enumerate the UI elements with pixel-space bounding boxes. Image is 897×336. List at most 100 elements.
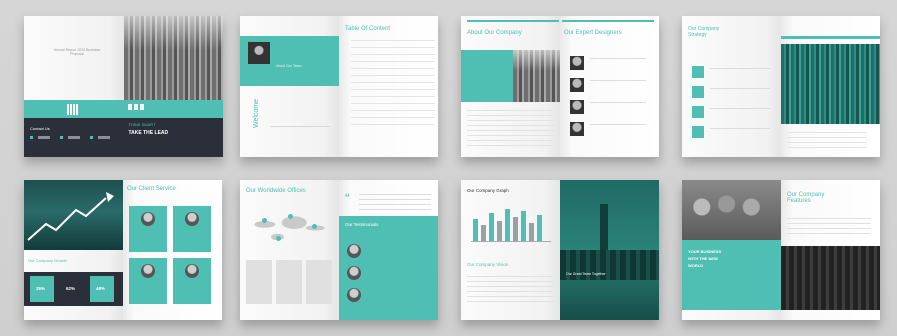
strategy-icon-2	[692, 86, 704, 98]
divider	[270, 126, 330, 127]
designer-avatar-1	[570, 56, 584, 70]
team-photo	[682, 180, 781, 240]
clients-title: Our Client Service	[127, 186, 176, 192]
strategy-icon-4	[692, 126, 704, 138]
group-photo	[781, 246, 880, 310]
stat-value-2: 62%	[66, 286, 76, 291]
contact-label: Contact Us	[30, 126, 50, 131]
brochure-spread-graph: Our Company Graph Our Company Vision Our…	[461, 180, 659, 320]
client-avatar-3	[141, 264, 155, 278]
bar-graph	[471, 208, 551, 242]
brochure-spread-offices: Our Worldwide Offices “ Our Testimonials	[240, 180, 438, 320]
testimonials-title: Our Testimonials	[345, 222, 379, 227]
map-pin-4	[276, 236, 281, 241]
features-title: Our Company Features	[787, 192, 825, 204]
cover-right-title: TAKE THE LEAD	[128, 130, 169, 136]
testimonial-avatar-1	[347, 244, 361, 258]
client-avatar-4	[185, 264, 199, 278]
offices-right-page: “ Our Testimonials	[339, 180, 438, 320]
stat-value-3: 48%	[96, 286, 106, 291]
office-columns	[246, 260, 332, 304]
cover-left-page: Annual Report 2024 Business Proposal Con…	[24, 16, 124, 157]
quote-text	[359, 194, 431, 210]
designer-lines	[590, 58, 646, 138]
map-pin-2	[288, 214, 293, 219]
cover-left-text: Annual Report 2024 Business Proposal	[53, 48, 101, 56]
background-canvas: Annual Report 2024 Business Proposal Con…	[0, 0, 897, 336]
brochure-spread-strategy: Our Company Strategy	[682, 16, 880, 157]
brochure-spread-cover: Annual Report 2024 Business Proposal Con…	[24, 16, 223, 157]
stat-value-1: 35%	[36, 286, 46, 291]
map-pin-3	[312, 224, 317, 229]
logo-icon	[127, 104, 146, 110]
designer-avatar-4	[570, 122, 584, 136]
about-text-block	[467, 110, 553, 146]
about-right-page: Our Expert Designers	[560, 16, 659, 157]
about-left-page: About Our Company	[461, 16, 560, 157]
graph-bar-3	[489, 213, 494, 241]
brochure-spread-about: About Our Company Our Expert Designers	[461, 16, 659, 157]
brochure-spread-contents: About Our Team Welcome Table Of Content	[240, 16, 438, 157]
left-caption: About Our Team	[276, 64, 302, 68]
graph-bar-5	[505, 209, 510, 241]
graph-bar-8	[529, 223, 534, 241]
growth-arrow-icon	[27, 192, 114, 241]
toc-title: Table Of Content	[345, 26, 391, 32]
brochure-spread-clients: Our Company Growth 35% 62% 48% Our Clien…	[24, 180, 222, 320]
strategy-left-page: Our Company Strategy	[682, 16, 781, 157]
client-avatar-2	[185, 212, 199, 226]
quote-icon: “	[345, 190, 350, 206]
qr-icon	[67, 104, 78, 115]
offices-title: Our Worldwide Offices	[246, 188, 306, 194]
designers-title: Our Expert Designers	[564, 30, 622, 36]
features-right-page: Our Company Features	[781, 180, 880, 320]
contents-right-page: Table Of Content	[339, 16, 438, 157]
clients-left-page: Our Company Growth 35% 62% 48%	[24, 180, 123, 320]
contact-icons-row	[30, 136, 118, 139]
graph-left-page: Our Company Graph Our Company Vision	[461, 180, 560, 320]
about-title: About Our Company	[467, 30, 522, 36]
strategy-icon-1	[692, 66, 704, 78]
strategy-top-line	[781, 36, 880, 39]
clients-right-page: Our Client Service	[123, 180, 222, 320]
graph-right-page: Our Great Team Together	[560, 180, 659, 320]
graph-right-caption: Our Great Team Together	[566, 272, 606, 276]
designer-avatar-3	[570, 100, 584, 114]
growth-arrow-photo	[24, 180, 123, 250]
top-teal-line	[467, 20, 559, 22]
top-teal-line-right	[562, 20, 654, 22]
strategy-city-photo	[781, 44, 880, 124]
graph-bar-6	[513, 217, 518, 241]
vertical-welcome-text: Welcome	[253, 98, 261, 129]
client-avatar-1	[141, 212, 155, 226]
graph-title: Our Company Graph	[467, 188, 509, 193]
strategy-icon-3	[692, 106, 704, 118]
city-photo	[123, 16, 223, 100]
graph-bar-4	[497, 221, 502, 241]
features-left-text: YOUR BUSINESS WITH THE NEW WORLD	[688, 249, 722, 268]
strategy-right-lines	[787, 132, 867, 148]
features-left-page: YOUR BUSINESS WITH THE NEW WORLD	[682, 180, 781, 320]
strategy-lines	[710, 68, 770, 138]
toc-list	[351, 40, 435, 130]
contents-left-page: About Our Team Welcome	[240, 16, 339, 157]
graph-bar-1	[473, 219, 478, 241]
brochure-spread-features: YOUR BUSINESS WITH THE NEW WORLD Our Com…	[682, 180, 880, 320]
graph-bar-7	[521, 211, 526, 241]
strategy-title: Our Company Strategy	[688, 26, 720, 38]
offices-left-page: Our Worldwide Offices	[240, 180, 339, 320]
graph-bar-2	[481, 225, 486, 241]
testimonial-avatar-3	[347, 288, 361, 302]
vision-text	[467, 276, 553, 306]
features-text	[787, 218, 871, 238]
team-portrait	[248, 42, 270, 64]
about-teal-block	[461, 50, 513, 102]
strategy-right-page	[781, 16, 880, 157]
vision-title: Our Company Vision	[467, 262, 509, 267]
designer-avatar-2	[570, 78, 584, 92]
cover-right-subtitle: THINK SMART	[128, 122, 156, 127]
cover-right-page: THINK SMART TAKE THE LEAD	[123, 16, 223, 157]
map-pin-1	[262, 218, 267, 223]
testimonial-avatar-2	[347, 266, 361, 280]
growth-label: Our Company Growth	[28, 258, 67, 263]
